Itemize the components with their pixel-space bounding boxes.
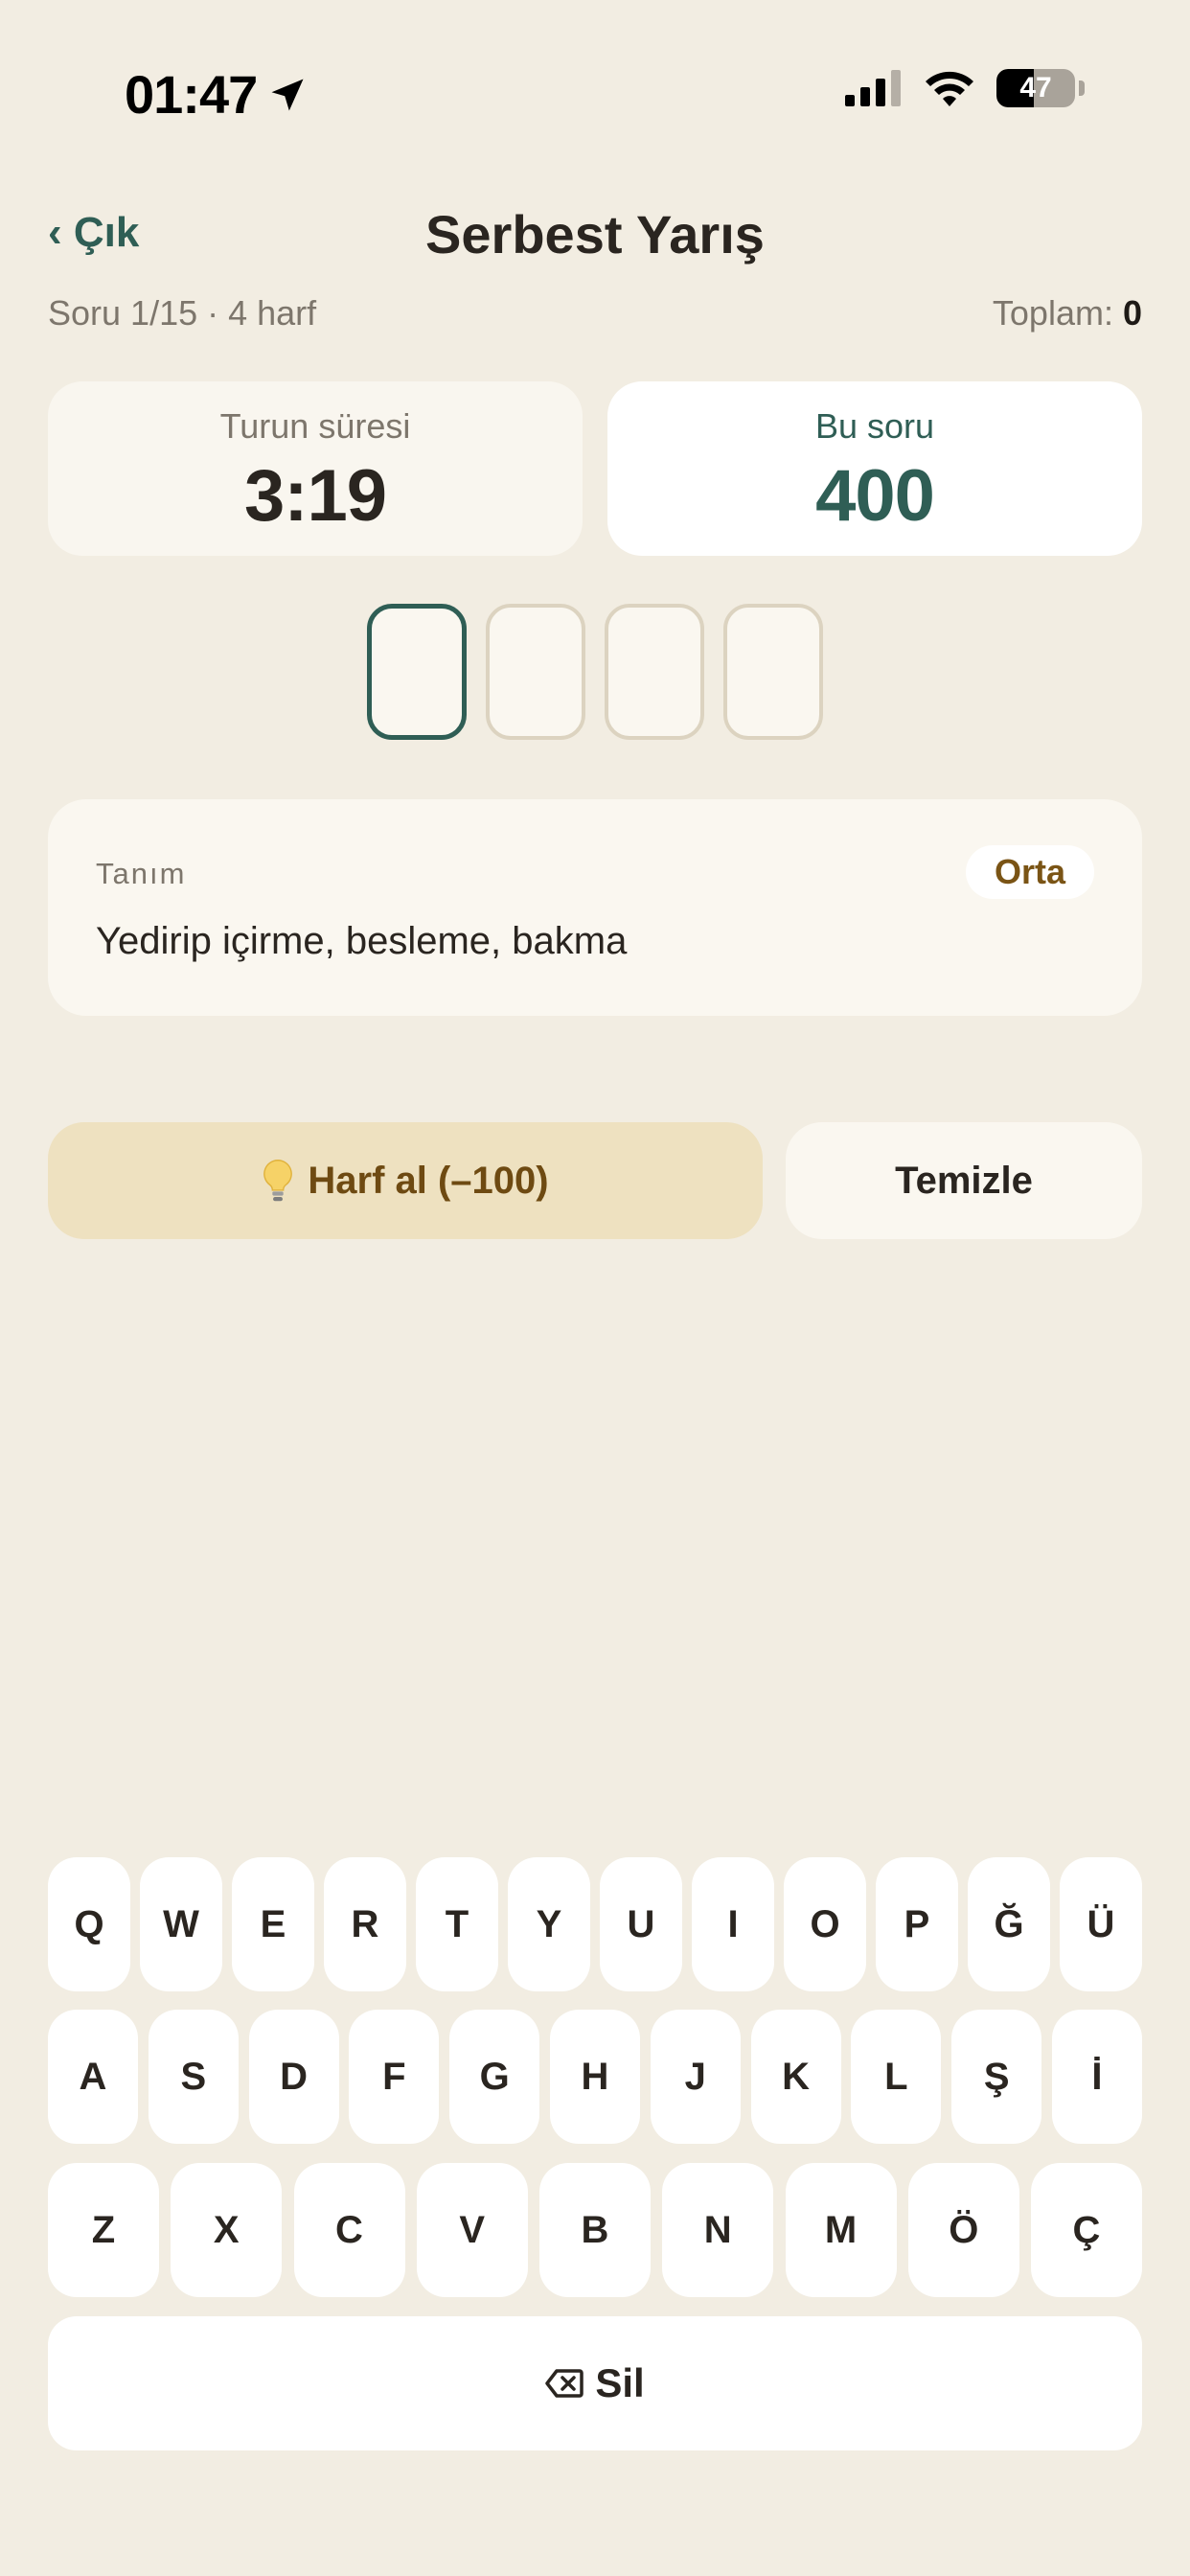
key-x[interactable]: X — [171, 2163, 283, 2297]
difficulty-badge: Orta — [965, 845, 1094, 899]
key-ö[interactable]: Ö — [907, 2163, 1019, 2297]
answer-slots — [0, 604, 1190, 740]
key-ş[interactable]: Ş — [951, 2010, 1042, 2144]
hint-button-label: Harf al (–100) — [308, 1159, 549, 1202]
key-i[interactable]: I — [692, 1857, 774, 1991]
key-i̇[interactable]: İ — [1051, 2010, 1142, 2144]
key-z[interactable]: Z — [48, 2163, 159, 2297]
answer-slot[interactable] — [723, 604, 823, 740]
lightbulb-icon — [263, 1160, 293, 1202]
battery-level: 47 — [1019, 72, 1052, 104]
question-points-label: Bu soru — [814, 406, 935, 446]
battery-icon: 47 — [996, 69, 1075, 107]
round-timer-label: Turun süresi — [219, 406, 411, 446]
keyboard-row-3: ZXCVBNMÖÇ — [48, 2163, 1142, 2297]
status-time: 01:47 — [125, 63, 309, 126]
key-n[interactable]: N — [662, 2163, 774, 2297]
key-o[interactable]: O — [784, 1857, 866, 1991]
key-c[interactable]: C — [293, 2163, 405, 2297]
key-v[interactable]: V — [416, 2163, 528, 2297]
answer-slot[interactable] — [605, 604, 704, 740]
total-score-label: Toplam: — [992, 293, 1123, 333]
total-score-value: 0 — [1122, 293, 1142, 333]
key-d[interactable]: D — [248, 2010, 339, 2144]
backspace-icon — [545, 2369, 584, 2398]
status-time-text: 01:47 — [125, 64, 258, 125]
round-timer-value: 3:19 — [243, 455, 387, 537]
key-h[interactable]: H — [549, 2010, 640, 2144]
key-u[interactable]: U — [600, 1857, 682, 1991]
question-points-value: 400 — [815, 455, 935, 537]
definition-card: Tanım Orta Yedirip içirme, besleme, bakm… — [48, 799, 1142, 1016]
key-ü[interactable]: Ü — [1060, 1857, 1142, 1991]
key-y[interactable]: Y — [508, 1857, 590, 1991]
key-a[interactable]: A — [48, 2010, 138, 2144]
key-g[interactable]: G — [449, 2010, 540, 2144]
question-progress: Soru 1/15 · 4 harf — [48, 293, 317, 333]
key-s[interactable]: S — [148, 2010, 239, 2144]
key-b[interactable]: B — [539, 2163, 651, 2297]
key-j[interactable]: J — [650, 2010, 741, 2144]
cellular-signal-icon — [845, 70, 901, 106]
key-r[interactable]: R — [324, 1857, 406, 1991]
wifi-icon — [926, 71, 973, 106]
key-e[interactable]: E — [232, 1857, 314, 1991]
delete-key-label: Sil — [595, 2360, 645, 2405]
definition-text: Yedirip içirme, besleme, bakma — [96, 920, 628, 962]
hint-button[interactable]: Harf al (–100) — [48, 1122, 763, 1239]
key-ğ[interactable]: Ğ — [968, 1857, 1050, 1991]
key-w[interactable]: W — [140, 1857, 222, 1991]
answer-slot[interactable] — [486, 604, 585, 740]
clear-button[interactable]: Temizle — [786, 1122, 1142, 1239]
question-points-card: Bu soru 400 — [607, 381, 1142, 556]
page-title: Serbest Yarış — [425, 204, 765, 264]
key-m[interactable]: M — [785, 2163, 897, 2297]
key-q[interactable]: Q — [48, 1857, 130, 1991]
answer-slot[interactable] — [367, 604, 467, 740]
key-t[interactable]: T — [416, 1857, 498, 1991]
keyboard-row-1: QWERTYUIOPĞÜ — [48, 1857, 1142, 1991]
round-timer-card: Turun süresi 3:19 — [48, 381, 583, 556]
delete-key[interactable]: Sil — [48, 2316, 1142, 2450]
key-f[interactable]: F — [349, 2010, 440, 2144]
total-score: Toplam: 0 — [993, 293, 1142, 334]
key-l[interactable]: L — [851, 2010, 942, 2144]
key-k[interactable]: K — [750, 2010, 841, 2144]
key-ç[interactable]: Ç — [1031, 2163, 1142, 2297]
status-indicators: 47 — [845, 69, 1085, 107]
key-p[interactable]: P — [876, 1857, 958, 1991]
definition-label: Tanım — [96, 857, 187, 890]
location-arrow-icon — [271, 79, 304, 110]
battery-nub — [1079, 80, 1085, 96]
keyboard-row-2: ASDFGHJKLŞİ — [48, 2010, 1142, 2144]
